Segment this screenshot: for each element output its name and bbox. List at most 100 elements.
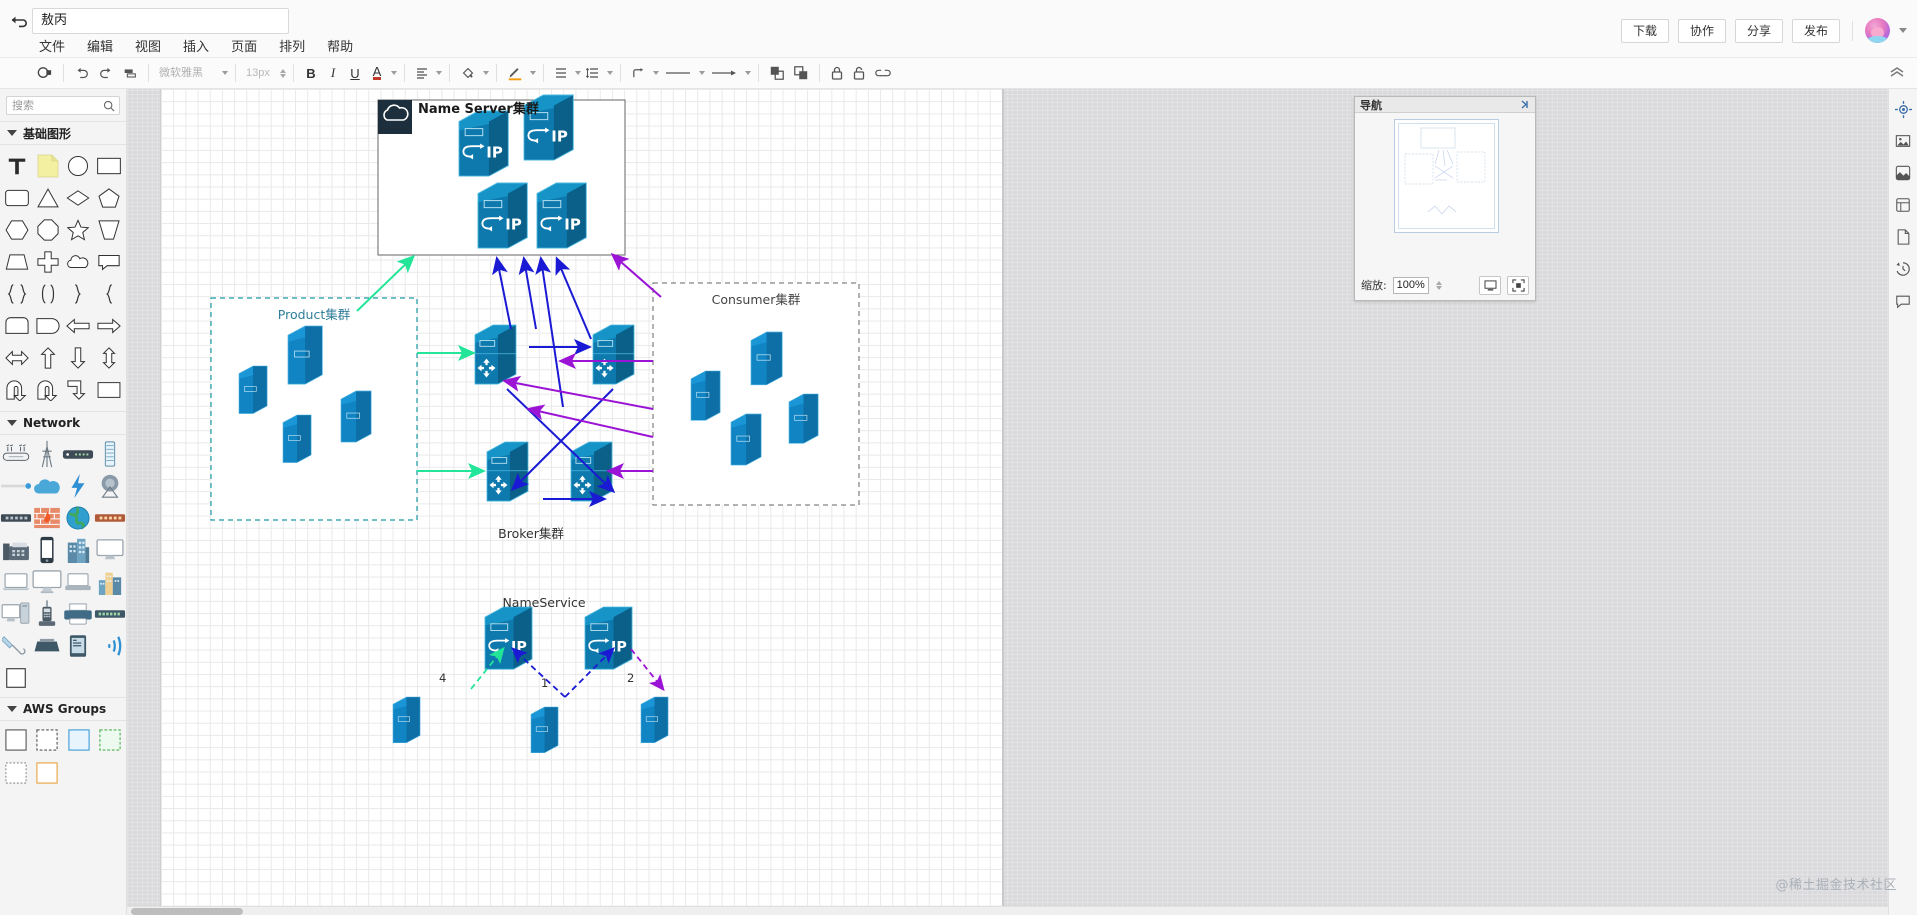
- aws-group-vpc-icon[interactable]: [63, 725, 95, 755]
- canvas-area[interactable]: IP: [127, 89, 1917, 915]
- hub-icon[interactable]: [94, 503, 126, 533]
- search-box[interactable]: [6, 96, 120, 115]
- shape-arrow-left-icon[interactable]: [63, 311, 94, 341]
- wifi-signal-icon[interactable]: [94, 631, 126, 661]
- aws-group-placeholder-1[interactable]: [63, 758, 95, 788]
- aws-group-az-icon[interactable]: [95, 725, 127, 755]
- blank-shape-icon[interactable]: [0, 663, 32, 693]
- broker-node-1[interactable]: [475, 325, 516, 384]
- comment-icon[interactable]: [1893, 291, 1913, 311]
- lightning-icon[interactable]: [62, 471, 94, 501]
- connector-style-icon[interactable]: [628, 63, 649, 84]
- shape-u-turn-2-icon[interactable]: [33, 375, 64, 405]
- unlock-icon[interactable]: [849, 63, 869, 84]
- product-node-4[interactable]: [341, 391, 371, 442]
- send-to-back-icon[interactable]: [790, 63, 812, 84]
- consumer-cluster[interactable]: [653, 283, 859, 505]
- menu-item-file[interactable]: 文件: [30, 34, 74, 57]
- shape-rectangle-icon[interactable]: [94, 151, 125, 181]
- shape-cross-icon[interactable]: [33, 247, 64, 277]
- city-buildings-icon[interactable]: [94, 567, 126, 597]
- net-placeholder-1[interactable]: [32, 663, 62, 693]
- document-title-input[interactable]: 敖丙: [32, 8, 289, 34]
- aws-group-subnet-icon[interactable]: [32, 758, 64, 788]
- menu-item-help[interactable]: 帮助: [318, 34, 362, 57]
- nameservice-node-2[interactable]: [585, 607, 632, 669]
- section-aws-groups[interactable]: AWS Groups: [0, 697, 126, 721]
- shape-d-shape-icon[interactable]: [33, 311, 64, 341]
- chevron-down-icon[interactable]: [575, 71, 581, 75]
- laptop-icon[interactable]: [0, 567, 32, 597]
- consumer-node-1[interactable]: [691, 371, 720, 420]
- zoom-stepper[interactable]: [1436, 281, 1442, 290]
- net-placeholder-2[interactable]: [62, 663, 94, 693]
- fill-color-icon[interactable]: [457, 63, 479, 84]
- consumer-node-4[interactable]: [789, 394, 818, 443]
- shape-callout-icon[interactable]: [94, 247, 125, 277]
- shape-brace-pair-icon[interactable]: [2, 279, 33, 309]
- line-end-icon[interactable]: [707, 63, 741, 84]
- aws-group-region-icon[interactable]: [0, 758, 32, 788]
- shape-pentagon-icon[interactable]: [94, 183, 125, 213]
- chevron-down-icon[interactable]: [699, 71, 705, 75]
- scanner-icon[interactable]: [32, 631, 62, 661]
- name-server-node-3[interactable]: [478, 183, 527, 248]
- tablet-icon[interactable]: [62, 631, 94, 661]
- copy-style-icon[interactable]: [119, 63, 141, 84]
- publish-button[interactable]: 发布: [1792, 19, 1840, 43]
- product-node-3[interactable]: [283, 415, 311, 463]
- menu-item-insert[interactable]: 插入: [174, 34, 218, 57]
- menu-item-arrange[interactable]: 排列: [270, 34, 314, 57]
- line-spacing-icon[interactable]: [583, 63, 603, 84]
- theme-icon[interactable]: [1893, 163, 1913, 183]
- chevron-down-icon[interactable]: [436, 71, 442, 75]
- shape-hexagon-icon[interactable]: [2, 215, 33, 245]
- format-painter-icon[interactable]: [33, 63, 56, 84]
- menu-item-edit[interactable]: 编辑: [78, 34, 122, 57]
- chevron-down-icon[interactable]: [607, 71, 613, 75]
- shape-star-icon[interactable]: [63, 215, 94, 245]
- cable-connector-icon[interactable]: [0, 631, 32, 661]
- aws-group-dashed-icon[interactable]: [32, 725, 64, 755]
- cordless-phone-icon[interactable]: [32, 599, 62, 629]
- menu-item-view[interactable]: 视图: [126, 34, 170, 57]
- horizontal-scrollbar[interactable]: [127, 906, 1917, 915]
- smartphone-icon[interactable]: [32, 535, 62, 565]
- product-node-1[interactable]: [239, 366, 267, 414]
- chevron-down-icon[interactable]: [1899, 28, 1907, 33]
- history-icon[interactable]: [1893, 259, 1913, 279]
- bullet-list-icon[interactable]: [551, 63, 571, 84]
- font-color-button[interactable]: A: [367, 63, 387, 84]
- fax-machine-icon[interactable]: [0, 535, 32, 565]
- page-icon[interactable]: [1893, 227, 1913, 247]
- shape-trapezoid-icon[interactable]: [2, 247, 33, 277]
- chevron-down-icon[interactable]: [530, 71, 536, 75]
- network-switch-2-icon[interactable]: [94, 599, 126, 629]
- consumer-node-2[interactable]: [751, 332, 782, 385]
- open-laptop-icon[interactable]: [62, 567, 94, 597]
- target-icon[interactable]: [1893, 99, 1913, 119]
- navigator-minimap[interactable]: [1394, 119, 1499, 233]
- shape-circle-icon[interactable]: [63, 151, 94, 181]
- broker-node-3[interactable]: [487, 442, 528, 501]
- shape-note-icon[interactable]: [33, 151, 64, 181]
- navigator-panel[interactable]: 导航 缩放:: [1354, 96, 1536, 301]
- chevron-down-icon[interactable]: [391, 71, 397, 75]
- shape-u-turn-icon[interactable]: [2, 375, 33, 405]
- aws-group-plain-icon[interactable]: [0, 725, 32, 755]
- download-button[interactable]: 下载: [1621, 19, 1669, 43]
- navigator-collapse-icon[interactable]: [1520, 96, 1530, 114]
- cell-tower-icon[interactable]: [32, 439, 62, 469]
- section-network[interactable]: Network: [0, 411, 126, 435]
- shape-half-round-icon[interactable]: [2, 311, 33, 341]
- search-input[interactable]: [7, 97, 100, 114]
- name-server-node-1[interactable]: [459, 111, 508, 176]
- italic-button[interactable]: I: [323, 63, 343, 84]
- imac-icon[interactable]: [32, 567, 62, 597]
- text-align-icon[interactable]: [412, 63, 432, 84]
- shape-diamond-icon[interactable]: [63, 183, 94, 213]
- shape-brace-left-icon[interactable]: [94, 279, 125, 309]
- shape-arrow-up-icon[interactable]: [33, 343, 64, 373]
- network-cable-icon[interactable]: [0, 471, 32, 501]
- shape-rect-2-icon[interactable]: [94, 375, 125, 405]
